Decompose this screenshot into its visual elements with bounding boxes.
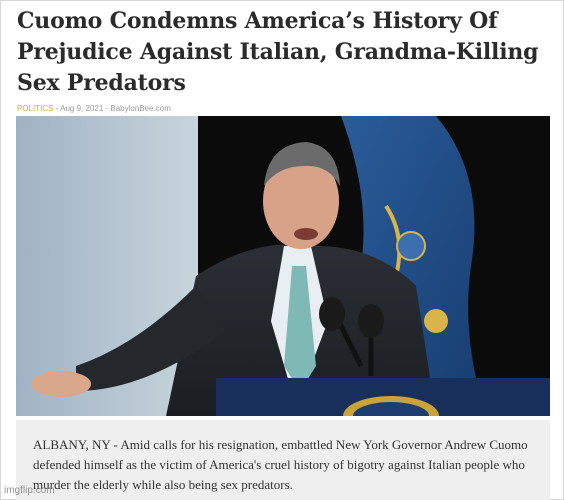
- speaker-mouth: [294, 228, 318, 240]
- speaker-hand: [31, 371, 91, 397]
- microphone: [319, 297, 345, 331]
- flag-detail: [424, 309, 448, 333]
- flag-seal: [396, 231, 426, 261]
- article-body: ALBANY, NY - Amid calls for his resignat…: [16, 420, 550, 500]
- article-date: Aug 9, 2021: [60, 104, 104, 113]
- hero-photo-illustration: [16, 116, 550, 416]
- article-hero-image: [16, 116, 550, 416]
- article-body-text: ALBANY, NY - Amid calls for his resignat…: [33, 437, 528, 492]
- imgflip-watermark: imgflip.com: [4, 485, 55, 496]
- article-category[interactable]: POLITICS: [17, 104, 53, 113]
- article-source: BabylonBee.com: [110, 104, 171, 113]
- microphone: [358, 304, 384, 338]
- article-meta: POLITICS - Aug 9, 2021 - BabylonBee.com: [17, 104, 171, 113]
- article-headline[interactable]: Cuomo Condemns America’s History Of Prej…: [17, 6, 557, 99]
